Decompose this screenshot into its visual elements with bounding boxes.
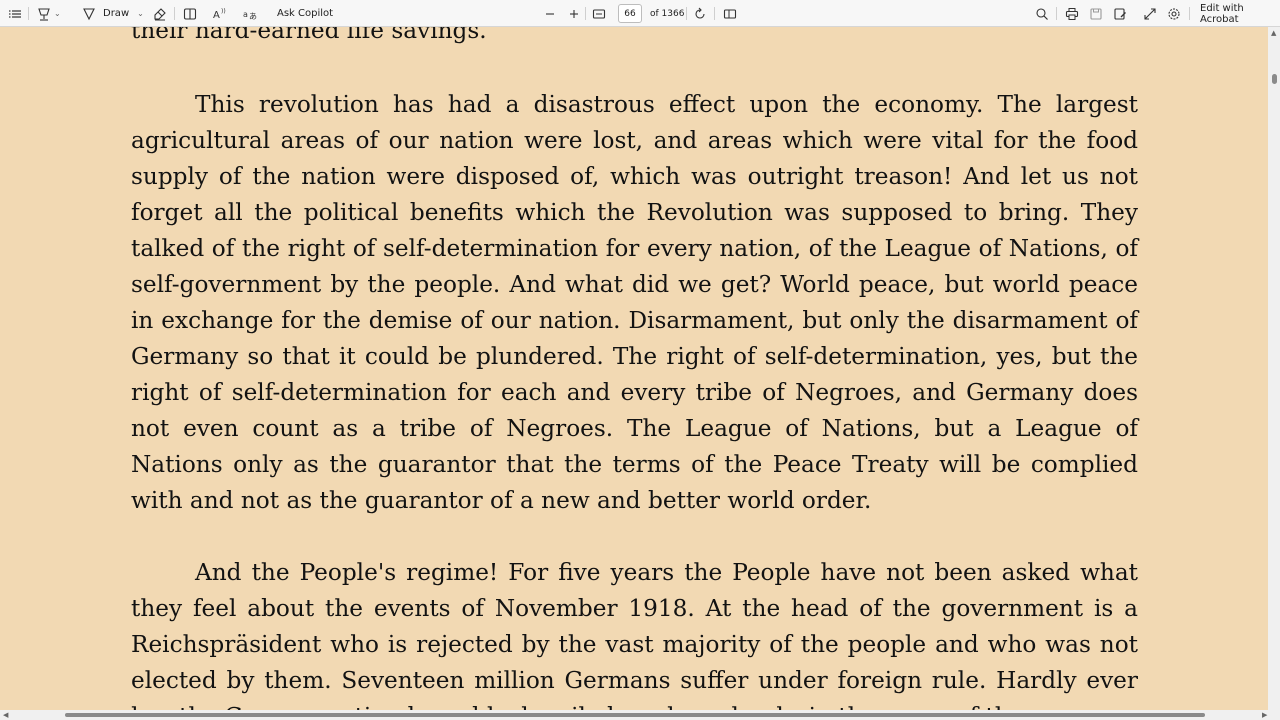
read-aloud-icon: A)) <box>213 7 227 21</box>
toolbar-divider <box>28 7 29 20</box>
translate-icon: aあ <box>243 7 257 21</box>
erase-icon <box>153 7 167 21</box>
svg-text:)): )) <box>221 8 226 15</box>
toolbar-divider <box>174 7 175 20</box>
draw-label: Draw <box>103 8 130 19</box>
paragraph-2: And the People's regime! For five years … <box>131 559 1138 710</box>
toolbar-divider <box>1056 7 1057 20</box>
draw-icon <box>82 7 96 21</box>
svg-text:A: A <box>213 10 220 21</box>
toolbar-divider <box>585 7 586 20</box>
read-aloud-button[interactable]: A)) <box>213 0 227 27</box>
rotate-button[interactable] <box>693 0 707 27</box>
chevron-down-icon[interactable]: ⌄ <box>54 9 61 18</box>
page-number-input[interactable]: 66 <box>618 4 642 23</box>
fit-page-icon <box>592 7 606 21</box>
text-view-button[interactable] <box>183 0 197 27</box>
zoom-in-button[interactable] <box>567 0 581 27</box>
toolbar-divider <box>1189 7 1190 20</box>
text-view-icon <box>183 7 197 21</box>
vertical-scroll-thumb[interactable] <box>1272 74 1277 84</box>
print-icon <box>1065 7 1079 21</box>
chevron-down-icon[interactable]: ⌄ <box>137 9 144 18</box>
save-as-button[interactable] <box>1113 0 1127 27</box>
print-button[interactable] <box>1065 0 1079 27</box>
contents-button[interactable] <box>8 0 22 27</box>
edit-with-acrobat-label: Edit with Acrobat <box>1200 2 1244 25</box>
contents-icon <box>8 7 22 21</box>
scroll-left-icon[interactable]: ◀ <box>3 711 8 719</box>
edit-with-acrobat-button[interactable]: Edit with Acrobat <box>1200 0 1280 27</box>
horizontal-scroll-thumb[interactable] <box>65 713 1205 717</box>
vertical-scrollbar[interactable]: ▲ <box>1268 27 1280 710</box>
toolbar-divider <box>714 7 715 20</box>
fullscreen-icon <box>1143 7 1157 21</box>
scroll-right-icon[interactable]: ▶ <box>1262 711 1267 719</box>
page-view-icon <box>723 7 737 21</box>
page-view-button[interactable] <box>723 0 737 27</box>
svg-text:あ: あ <box>249 12 257 21</box>
save-button[interactable] <box>1089 0 1103 27</box>
fullscreen-button[interactable] <box>1143 0 1157 27</box>
scroll-up-icon[interactable]: ▲ <box>1271 30 1276 37</box>
save-as-icon <box>1113 7 1127 21</box>
page-total: of 1366 <box>650 0 684 27</box>
draw-button[interactable]: Draw ⌄ <box>82 0 144 27</box>
document-viewport: their hard-earned life savings. This rev… <box>0 27 1268 710</box>
settings-icon <box>1167 7 1181 21</box>
paragraph-1: This revolution has had a disastrous eff… <box>131 91 1138 514</box>
search-button[interactable] <box>1035 0 1049 27</box>
toolbar-divider <box>686 7 687 20</box>
zoom-in-icon <box>567 7 581 21</box>
zoom-out-icon <box>543 7 557 21</box>
search-icon <box>1035 7 1049 21</box>
highlight-icon <box>37 7 51 21</box>
erase-button[interactable] <box>153 0 167 27</box>
ask-copilot-label: Ask Copilot <box>277 8 334 19</box>
settings-button[interactable] <box>1167 0 1181 27</box>
svg-text:a: a <box>243 10 248 19</box>
fit-page-button[interactable] <box>592 0 606 27</box>
zoom-out-button[interactable] <box>543 0 557 27</box>
highlight-button[interactable]: ⌄ <box>37 0 61 27</box>
pdf-toolbar: ⌄ Draw ⌄ A)) aあ Ask Copilot 66 of 1366 E… <box>0 0 1280 27</box>
rotate-icon <box>693 7 707 21</box>
paragraph-cut-line: their hard-earned life savings. <box>131 27 487 44</box>
page-total-label: of 1366 <box>650 8 685 19</box>
ask-copilot-button[interactable]: Ask Copilot <box>277 0 333 27</box>
save-icon <box>1089 7 1103 21</box>
horizontal-scrollbar[interactable]: ◀ ▶ <box>0 710 1280 720</box>
translate-button[interactable]: aあ <box>243 0 257 27</box>
